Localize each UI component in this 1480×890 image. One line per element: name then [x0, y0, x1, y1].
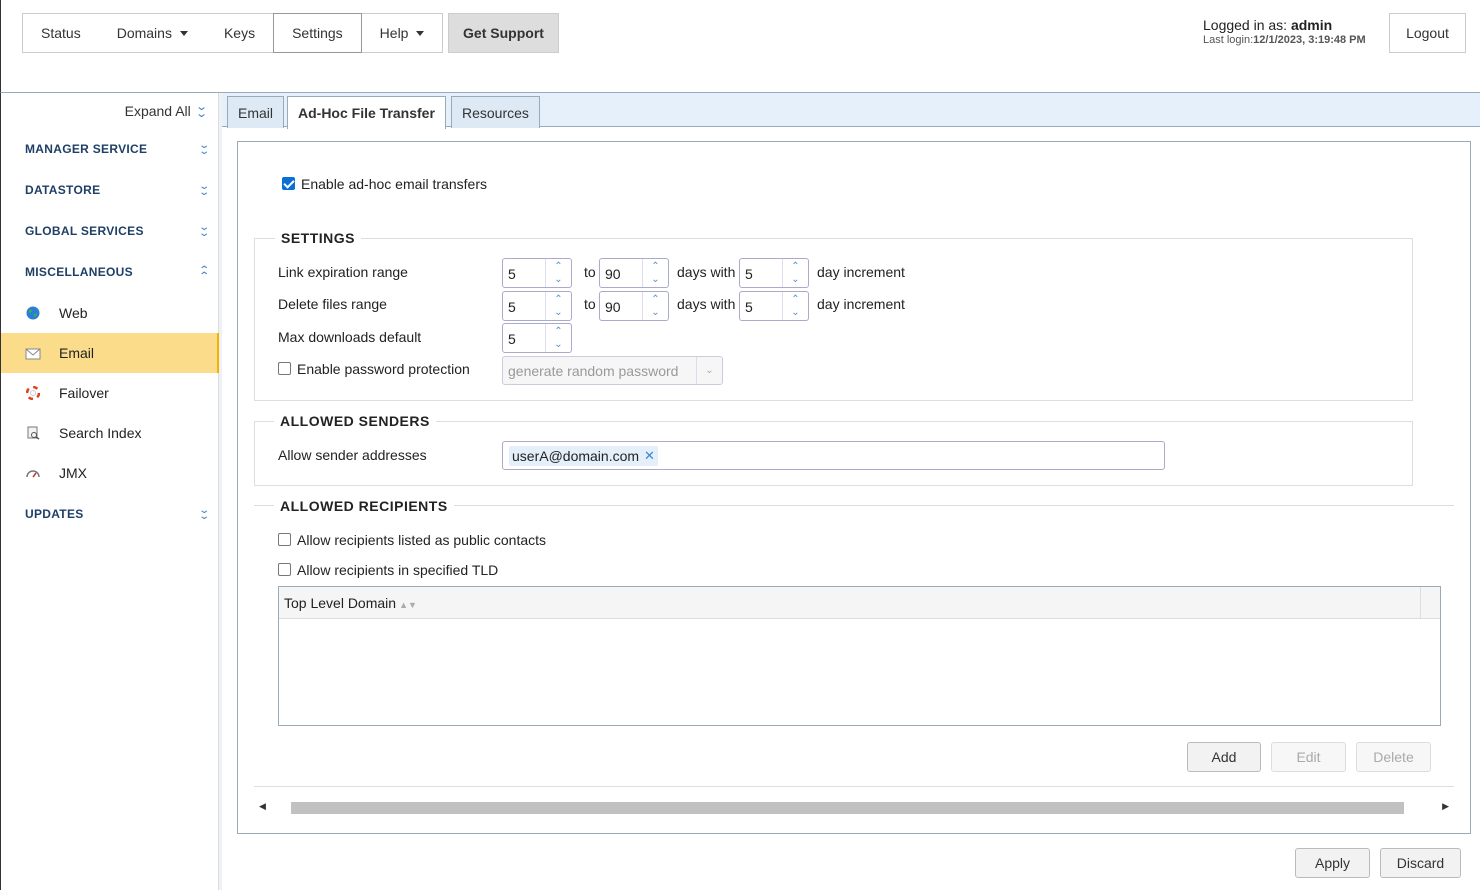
password-mode-select[interactable]: generate random password ⌄ [502, 356, 723, 385]
grid-header: Top Level Domain ▲▼ [279, 587, 1440, 619]
link-expiration-label: Link expiration range [278, 264, 408, 280]
delete-files-from-input[interactable]: 5 ⌃ ⌄ [502, 291, 572, 321]
spinner-arrows-icon[interactable]: ⌃ ⌄ [642, 292, 668, 320]
tld-grid: Top Level Domain ▲▼ [278, 586, 1441, 726]
scroll-thumb[interactable] [291, 802, 1404, 814]
days-with-label: days with [677, 264, 736, 280]
main-nav: Status Domains Keys Settings Help [22, 12, 444, 53]
spinner-arrows-icon[interactable]: ⌃ ⌄ [642, 259, 668, 287]
section-miscellaneous[interactable]: MISCELLANEOUS [25, 265, 133, 279]
caret-down-icon [179, 30, 188, 36]
section-datastore[interactable]: DATASTORE [25, 183, 100, 197]
double-chevron-down-icon: ⌄ ⌄ [194, 101, 208, 120]
to-label: to [584, 296, 596, 312]
nav-status[interactable]: Status [23, 14, 99, 52]
max-downloads-input[interactable]: 5 ⌃ ⌄ [502, 323, 572, 353]
search-document-icon [25, 425, 41, 441]
globe-icon [25, 305, 41, 321]
tab-resources[interactable]: Resources [451, 96, 540, 128]
recipients-legend: ALLOWED RECIPIENTS [274, 498, 454, 514]
enable-adhoc-label: Enable ad-hoc email transfers [301, 176, 487, 192]
scroll-left-icon[interactable]: ◀ [259, 801, 266, 812]
spinner-arrows-icon[interactable]: ⌃ ⌄ [545, 259, 571, 287]
link-expiration-from-input[interactable]: 5 ⌃ ⌄ [502, 258, 572, 288]
spinner-arrows-icon[interactable]: ⌃ ⌄ [545, 324, 571, 352]
last-login-label: Last login: [1203, 34, 1254, 46]
day-increment-label: day increment [817, 296, 905, 312]
link-expiration-to-input[interactable]: 90 ⌃ ⌄ [599, 258, 669, 288]
discard-button[interactable]: Discard [1380, 848, 1461, 878]
double-chevron-down-icon[interactable]: ⌄ ⌄ [198, 506, 210, 522]
sidebar-item-web[interactable]: Web [1, 293, 219, 333]
tld-label: Allow recipients in specified TLD [297, 562, 499, 578]
tab-bar: Email Ad-Hoc File Transfer Resources [222, 93, 1480, 129]
allow-sender-label: Allow sender addresses [278, 447, 427, 463]
lifebuoy-icon [25, 385, 41, 401]
nav-domains[interactable]: Domains [99, 14, 206, 52]
spinner-arrows-icon[interactable]: ⌃ ⌄ [782, 259, 808, 287]
tab-adhoc-file-transfer[interactable]: Ad-Hoc File Transfer [287, 96, 446, 129]
sidebar-item-search-index[interactable]: Search Index [1, 413, 219, 453]
double-chevron-down-icon[interactable]: ⌄ ⌄ [198, 141, 210, 157]
expand-all-button[interactable]: Expand All ⌄ ⌄ [125, 101, 208, 120]
section-manager-service[interactable]: MANAGER SERVICE [25, 142, 147, 156]
scroll-right-icon[interactable]: ▶ [1442, 801, 1449, 812]
delete-files-to-input[interactable]: 90 ⌃ ⌄ [599, 291, 669, 321]
link-expiration-increment-input[interactable]: 5 ⌃ ⌄ [739, 258, 809, 288]
sidebar-item-failover[interactable]: Failover [1, 373, 219, 413]
delete-files-increment-input[interactable]: 5 ⌃ ⌄ [739, 291, 809, 321]
nav-settings[interactable]: Settings [273, 12, 362, 53]
sidebar-item-email[interactable]: Email [1, 333, 219, 373]
delete-button[interactable]: Delete [1356, 742, 1431, 772]
public-contacts-checkbox[interactable] [278, 533, 291, 546]
tld-checkbox[interactable] [278, 563, 291, 576]
sidebar: Expand All ⌄ ⌄ MANAGER SERVICE ⌄ ⌄ DATASTO… [0, 93, 222, 890]
to-label: to [584, 264, 596, 280]
day-increment-label: day increment [817, 264, 905, 280]
login-info: Logged in as: admin Last login:12/1/2023… [1203, 17, 1366, 46]
logged-in-prefix: Logged in as: [1203, 17, 1291, 33]
edit-button[interactable]: Edit [1271, 742, 1346, 772]
double-chevron-up-icon[interactable]: ⌃ ⌃ [198, 266, 210, 282]
double-chevron-down-icon[interactable]: ⌄ ⌄ [198, 182, 210, 198]
last-login-value: 12/1/2023, 3:19:48 PM [1253, 34, 1366, 46]
add-button[interactable]: Add [1187, 742, 1261, 772]
nav-keys[interactable]: Keys [206, 14, 273, 52]
sidebar-item-jmx[interactable]: JMX [1, 453, 219, 493]
gauge-icon [25, 465, 41, 481]
delete-files-label: Delete files range [278, 296, 387, 312]
nav-help[interactable]: Help [362, 14, 443, 52]
logout-button[interactable]: Logout [1389, 13, 1466, 53]
sender-tag: userA@domain.com ✕ [509, 446, 658, 466]
apply-button[interactable]: Apply [1295, 848, 1370, 878]
grid-scroll-header [1420, 587, 1440, 618]
horizontal-scrollbar[interactable]: ◀ ▶ [254, 800, 1454, 816]
days-with-label: days with [677, 296, 736, 312]
password-protection-checkbox[interactable] [278, 362, 291, 375]
get-support-button[interactable]: Get Support [448, 13, 559, 53]
senders-legend: ALLOWED SENDERS [274, 413, 436, 429]
column-top-level-domain[interactable]: Top Level Domain ▲▼ [284, 595, 417, 611]
max-downloads-label: Max downloads default [278, 329, 422, 345]
section-updates[interactable]: UPDATES [25, 507, 84, 521]
public-contacts-label: Allow recipients listed as public contac… [297, 532, 547, 548]
remove-tag-icon[interactable]: ✕ [644, 448, 655, 464]
spinner-arrows-icon[interactable]: ⌃ ⌄ [782, 292, 808, 320]
caret-down-icon [416, 30, 425, 36]
sort-icon: ▲▼ [399, 600, 417, 610]
settings-legend: SETTINGS [275, 230, 362, 246]
envelope-icon [25, 345, 41, 361]
sender-addresses-input[interactable]: userA@domain.com ✕ [502, 441, 1165, 470]
section-global-services[interactable]: GLOBAL SERVICES [25, 224, 144, 238]
top-bar: Status Domains Keys Settings Help Get Su… [0, 0, 1480, 93]
tab-email[interactable]: Email [227, 96, 285, 128]
enable-adhoc-checkbox[interactable] [282, 177, 295, 190]
spinner-arrows-icon[interactable]: ⌃ ⌄ [545, 292, 571, 320]
double-chevron-down-icon[interactable]: ⌄ ⌄ [198, 223, 210, 239]
username: admin [1290, 17, 1333, 33]
password-protection-label: Enable password protection [297, 361, 470, 377]
chevron-down-icon: ⌄ [696, 357, 722, 384]
